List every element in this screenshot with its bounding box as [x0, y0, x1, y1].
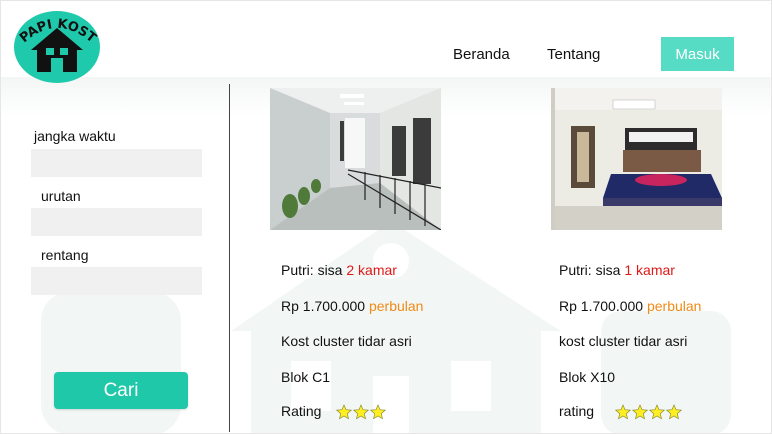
filter-input-jangka-waktu[interactable]	[31, 149, 202, 177]
listing-1-price-line: Rp 1.700.000 perbulan	[281, 298, 423, 314]
listing-2-description[interactable]: kost cluster tidar asri	[559, 333, 687, 349]
listing-2-rating-label: rating	[559, 403, 595, 419]
filter-input-urutan[interactable]	[31, 208, 202, 236]
listing-photo-bedroom[interactable]	[551, 88, 722, 230]
listing-2-block: Blok X10	[559, 369, 616, 385]
sidebar-divider	[229, 84, 230, 432]
listing-1-rooms-left: 2 kamar	[346, 262, 397, 278]
listing-1-rating-label: Rating	[281, 403, 322, 419]
star-icon	[615, 404, 631, 420]
star-icon	[666, 404, 682, 420]
nav-tentang-link[interactable]: Tentang	[547, 46, 600, 63]
listing-1-block: Blok C1	[281, 369, 331, 385]
listing-2-rating-stars	[615, 404, 682, 420]
star-icon	[353, 404, 369, 420]
nav-beranda-link[interactable]: Beranda	[453, 46, 510, 63]
search-button[interactable]: Cari	[54, 372, 188, 409]
filter-label-urutan: urutan	[41, 188, 81, 204]
listing-1-availability: Putri: sisa 2 kamar	[281, 262, 397, 278]
listing-2-price-unit: perbulan	[646, 298, 702, 314]
listing-photo-corridor[interactable]	[270, 88, 441, 230]
filter-input-rentang[interactable]	[31, 267, 202, 295]
star-icon	[370, 404, 386, 420]
listing-2-rooms-left: 1 kamar	[624, 262, 675, 278]
listing-2-price: Rp 1.700.000	[559, 298, 647, 314]
listing-1-price: Rp 1.700.000	[281, 298, 369, 314]
filter-label-jangka-waktu: jangka waktu	[34, 128, 116, 144]
star-icon	[336, 404, 352, 420]
listing-1-gender-label: Putri: sisa	[281, 262, 347, 278]
filter-label-rentang: rentang	[41, 247, 89, 263]
listing-2-availability: Putri: sisa 1 kamar	[559, 262, 675, 278]
star-icon	[649, 404, 665, 420]
listing-2-price-line: Rp 1.700.000 perbulan	[559, 298, 701, 314]
login-button[interactable]: Masuk	[661, 37, 734, 71]
listing-1-description[interactable]: Kost cluster tidar asri	[281, 333, 412, 349]
listing-1-rating-stars	[336, 404, 386, 420]
page-frame: PAPI KOST Beranda Tentang Masuk jangka w…	[0, 0, 772, 434]
star-icon	[632, 404, 648, 420]
papi-kost-logo[interactable]: PAPI KOST	[13, 10, 101, 84]
listing-2-gender-label: Putri: sisa	[559, 262, 625, 278]
listing-1-price-unit: perbulan	[368, 298, 424, 314]
